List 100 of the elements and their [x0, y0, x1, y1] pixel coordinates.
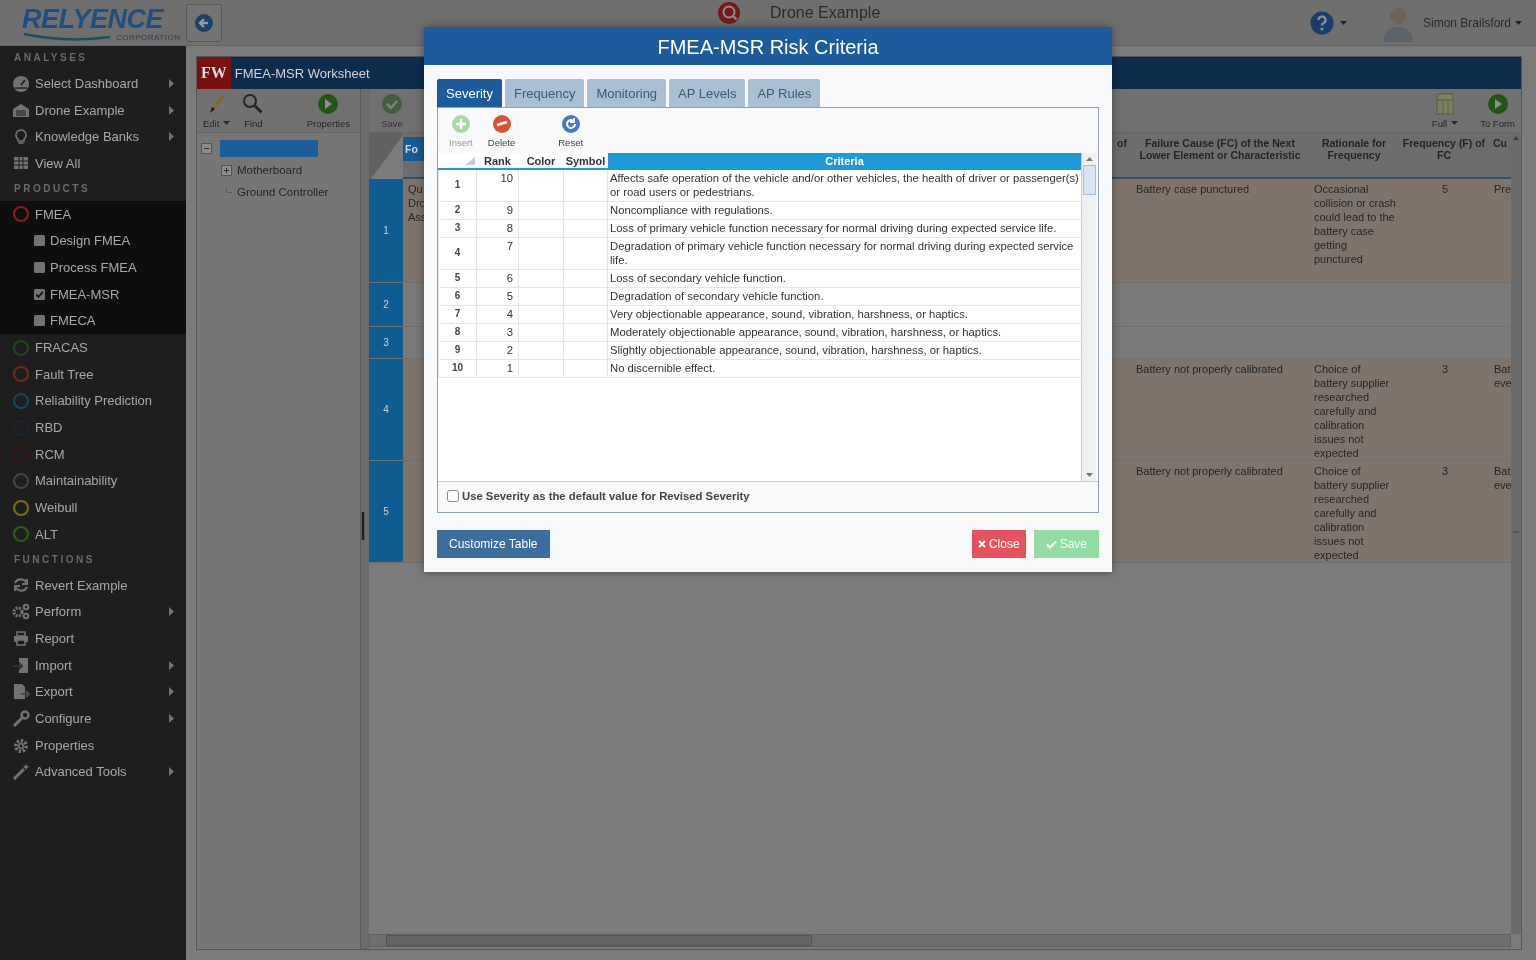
table-cell-text: 3	[1440, 464, 1450, 479]
back-button[interactable]	[186, 4, 222, 42]
sidebar-item[interactable]: RCM	[0, 440, 186, 468]
wrench-icon	[12, 709, 30, 727]
check-icon	[381, 92, 403, 115]
dialog-title: FMEA-MSR Risk Criteria	[424, 27, 1112, 65]
table-cell-text: Occasional collision or crash could lead to the battery case getting punctured	[1313, 182, 1397, 267]
column-header[interactable]: Color	[518, 153, 564, 169]
sidebar-item[interactable]: Advanced Tools	[0, 758, 186, 786]
sidebar-item[interactable]: Import	[0, 651, 186, 679]
vertical-scrollbar[interactable]	[1511, 133, 1521, 934]
table-cell-text: 5	[1440, 182, 1450, 197]
tab[interactable]: Severity	[437, 79, 502, 107]
sidebar-item[interactable]: Reliability Prediction	[0, 387, 186, 415]
table-cell-text: Choice of battery supplier researched carefully and calibration issues not expected	[1313, 464, 1391, 562]
sidebar-subitem[interactable]: FMEA-MSR	[0, 280, 186, 308]
tab[interactable]: AP Levels	[669, 79, 746, 107]
checkbox[interactable]	[34, 288, 45, 300]
table-cell: 2	[476, 341, 519, 360]
toolbar-button[interactable]: Delete	[487, 114, 516, 148]
sidebar-item[interactable]: Properties	[0, 731, 186, 759]
checkbox[interactable]	[447, 490, 459, 502]
column-header[interactable]: Rank	[476, 153, 519, 169]
row-number: 4	[438, 237, 477, 270]
section-heading: ANALYSES	[13, 51, 88, 65]
sidebar-item[interactable]: Knowledge Banks	[0, 123, 186, 151]
refresh-icon	[12, 576, 30, 594]
row-number: 8	[438, 323, 477, 342]
caret-icon	[1339, 21, 1347, 25]
horizontal-scrollbar[interactable]	[369, 934, 1511, 947]
toolbar-button[interactable]: Reset	[558, 114, 584, 148]
sidebar-item[interactable]: Perform	[0, 598, 186, 626]
splitter-handle-icon	[361, 511, 365, 541]
sidebar-item[interactable]: Maintainability	[0, 467, 186, 495]
sidebar-item[interactable]: View All	[0, 150, 186, 177]
table-cell: 3	[476, 323, 519, 342]
row-header[interactable]: 4	[369, 359, 403, 460]
sidebar-subitem[interactable]: Design FMEA	[0, 227, 186, 255]
table-cell: 10	[476, 169, 519, 202]
checkbox[interactable]	[34, 261, 45, 273]
section-heading: FUNCTIONS	[13, 552, 95, 567]
import-icon	[12, 656, 30, 674]
sidebar-item[interactable]: Report	[0, 625, 186, 652]
checkbox[interactable]	[34, 235, 45, 247]
tab[interactable]: Monitoring	[587, 79, 667, 107]
sidebar-item[interactable]: Configure	[0, 705, 186, 732]
corner-icon	[369, 133, 403, 179]
vertical-scrollbar[interactable]	[1081, 153, 1096, 481]
table-cell-text: Battery not properly calibrated	[1135, 464, 1284, 479]
row-number: 3	[438, 219, 477, 238]
row-header[interactable]: 1	[369, 179, 403, 282]
sidebar-item[interactable]: FMEA	[0, 200, 186, 228]
scroll-thumb[interactable]	[386, 935, 812, 946]
sidebar-item[interactable]: Fault Tree	[0, 360, 186, 388]
table-cell: 1	[476, 359, 519, 378]
play-icon	[1486, 92, 1509, 115]
sidebar-item[interactable]: Weibull	[0, 494, 186, 521]
sidebar-item[interactable]: Revert Example	[0, 571, 186, 599]
table-cell-text: Bat eve	[1493, 362, 1511, 391]
close-icon	[977, 540, 986, 548]
help-button[interactable]	[1309, 11, 1347, 35]
arrow-left-icon	[194, 13, 214, 33]
tab[interactable]: AP Rules	[748, 79, 821, 107]
sidebar-subitem[interactable]: FMECA	[0, 307, 186, 335]
tree-node[interactable]	[220, 139, 318, 157]
gears-icon	[12, 603, 30, 621]
row-header[interactable]: 3	[369, 327, 403, 358]
table-cell-text: Choice of battery supplier researched carefully and calibration issues not expected	[1313, 362, 1391, 460]
gear-icon	[12, 736, 30, 754]
table-cell: 4	[476, 305, 519, 324]
worksheet-title: FMEA-MSR Worksheet	[234, 65, 370, 81]
worksheet-badge: FW	[197, 57, 231, 89]
garage-icon	[12, 101, 30, 119]
collapse-icon	[201, 142, 212, 154]
search-icon	[242, 92, 265, 115]
sidebar-item[interactable]: FRACAS	[0, 334, 186, 361]
logo-wordmark: RELYENCE	[22, 4, 164, 33]
sidebar-item[interactable]: Export	[0, 678, 186, 706]
sidebar-item[interactable]: Select Dashboard	[0, 70, 186, 97]
table-cell-text: Pre	[1493, 182, 1511, 197]
row-number: 2	[438, 201, 477, 220]
scroll-thumb[interactable]	[1082, 165, 1096, 195]
row-header[interactable]: 2	[369, 283, 403, 326]
row-header[interactable]: 5	[369, 461, 403, 562]
table-cell-text: Battery not properly calibrated	[1135, 362, 1284, 377]
sidebar-item[interactable]: Drone Example	[0, 96, 186, 124]
sidebar-subitem[interactable]: Process FMEA	[0, 254, 186, 281]
row-number: 9	[438, 341, 477, 360]
document-title: Drone Example	[770, 4, 881, 22]
plus-icon	[450, 114, 471, 134]
checkbox[interactable]	[34, 315, 45, 327]
printer-icon	[12, 629, 30, 647]
close-button[interactable]: Close	[971, 530, 1026, 558]
help-icon	[1309, 11, 1334, 35]
sidebar-item[interactable]: RBD	[0, 414, 186, 441]
export-icon	[12, 683, 30, 701]
play-icon	[317, 92, 340, 115]
tab[interactable]: Frequency	[504, 79, 585, 107]
sidebar-item[interactable]: ALT	[0, 521, 186, 548]
customize-button[interactable]: Customize Table	[437, 530, 550, 558]
